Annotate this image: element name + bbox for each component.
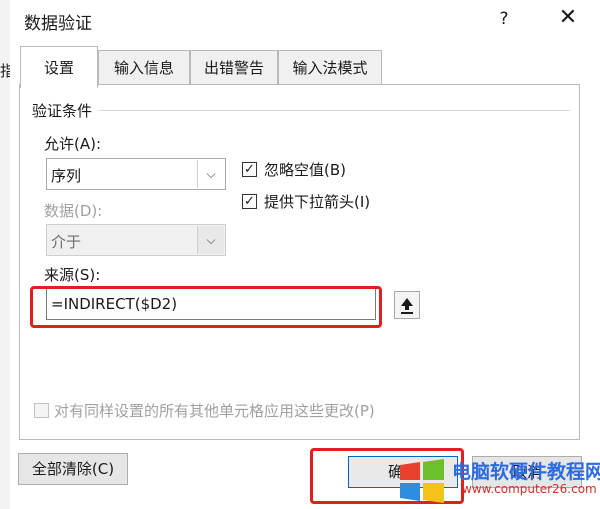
tab-label: 出错警告 — [203, 59, 264, 77]
watermark-title: 电脑软硬件教程网 — [452, 461, 600, 483]
close-icon: ✕ — [558, 5, 578, 30]
ignore-blank-checkbox[interactable]: ✓ — [242, 162, 257, 177]
source-highlight-box — [30, 286, 382, 328]
group-divider — [98, 110, 570, 111]
tab-label: 设置 — [43, 59, 74, 77]
data-label: 数据(D): — [44, 202, 103, 220]
apply-all-label: 对有同样设置的所有其他单元格应用这些更改(P) — [54, 402, 375, 420]
tab-error-alert[interactable]: 出错警告 — [190, 50, 278, 84]
allow-value: 序列 — [51, 167, 82, 185]
watermark-url: www.computer26.com — [462, 482, 597, 496]
tab-ime-mode[interactable]: 输入法模式 — [278, 50, 382, 84]
collapse-arrow-icon — [401, 298, 413, 314]
tab-settings[interactable]: 设置 — [20, 46, 98, 88]
data-select: 介于 ⌵ — [46, 224, 226, 256]
collapse-dialog-button[interactable] — [394, 291, 420, 319]
data-validation-dialog: 数据验证 ? ✕ 设置 输入信息 出错警告 输入法模式 验证条件 允许(A): … — [10, 0, 600, 509]
tab-label: 输入信息 — [113, 59, 174, 77]
ignore-blank-label: 忽略空值(B) — [264, 161, 346, 179]
watermark: 电脑软硬件教程网 www.computer26.com — [398, 457, 600, 503]
dropdown-arrow-label: 提供下拉箭头(I) — [264, 193, 371, 211]
clear-all-button[interactable]: 全部清除(C) — [18, 453, 128, 485]
validation-criteria-heading: 验证条件 — [32, 102, 93, 120]
settings-panel — [19, 84, 580, 440]
windows-logo-icon — [400, 459, 444, 503]
chevron-down-icon: ⌵ — [197, 226, 224, 254]
tab-input-message[interactable]: 输入信息 — [98, 50, 190, 84]
dropdown-arrow-checkbox[interactable]: ✓ — [242, 194, 257, 209]
source-label: 来源(S): — [44, 266, 101, 284]
data-value: 介于 — [51, 233, 82, 251]
close-button[interactable]: ✕ — [556, 6, 580, 30]
help-button[interactable]: ? — [494, 9, 514, 29]
apply-all-checkbox — [34, 403, 49, 418]
chevron-down-icon: ⌵ — [197, 160, 224, 188]
allow-label: 允许(A): — [44, 135, 102, 153]
dialog-title: 数据验证 — [24, 14, 92, 34]
tab-label: 输入法模式 — [292, 59, 368, 77]
allow-select[interactable]: 序列 ⌵ — [46, 158, 226, 190]
